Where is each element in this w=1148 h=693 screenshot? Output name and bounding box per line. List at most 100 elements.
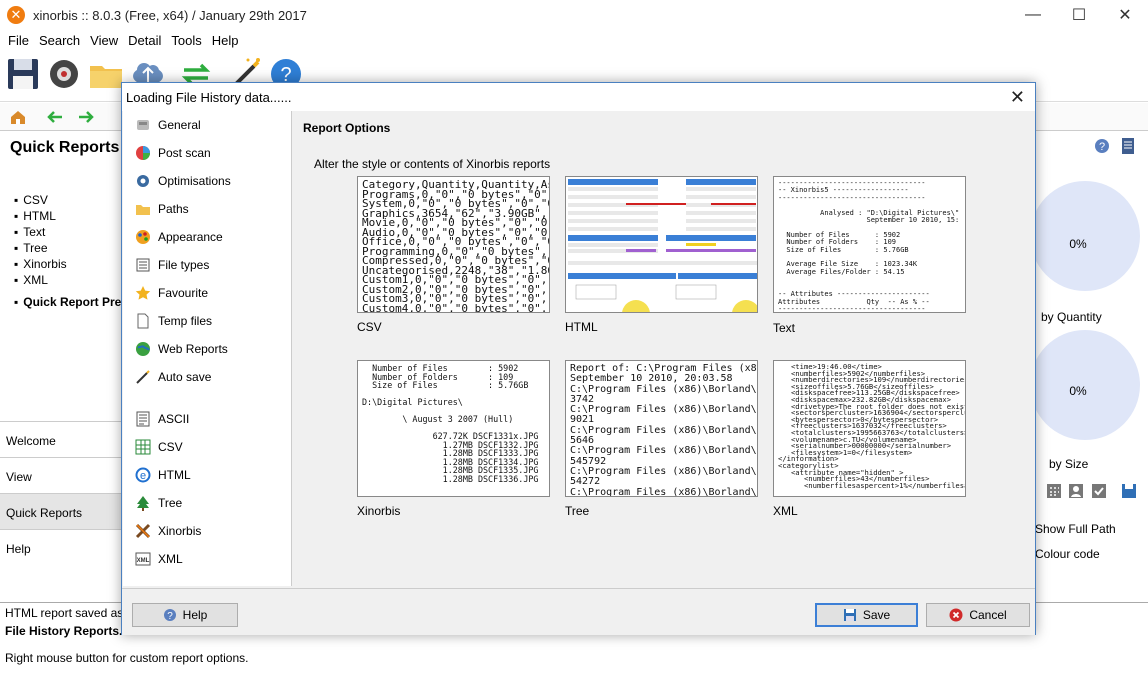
dialog-title-bar: Loading File History data...... ✕ (122, 83, 1035, 111)
quantity-pie-percent: 0% (1069, 237, 1087, 251)
sidebar-item-xinorbis[interactable]: Xinorbis (135, 520, 201, 542)
text-preview-thumbnail[interactable]: ----------------------------------- -- X… (773, 176, 966, 313)
quantity-pie-label: by Quantity (1041, 310, 1102, 324)
palette-icon (135, 145, 151, 161)
quick-reports-title: Quick Reports (10, 139, 120, 156)
xml-preview-thumbnail[interactable]: <time>19:46.00</time> <numberfiles>5902<… (773, 360, 966, 497)
nav-welcome[interactable]: Welcome (0, 421, 124, 457)
cancel-button-icon (949, 608, 963, 622)
nav-help[interactable]: Help (0, 529, 124, 565)
menu-search[interactable]: Search (34, 33, 85, 48)
report-options-subtitle: Alter the style or contents of Xinorbis … (314, 157, 551, 171)
scan-gear-icon[interactable] (46, 56, 82, 92)
dialog-button-bar: ? Help Save Cancel (122, 588, 1035, 635)
sidebar-item-ascii[interactable]: ASCII (135, 408, 189, 430)
dialog-title: Loading File History data...... (126, 89, 292, 105)
text-preview-text: ----------------------------------- -- X… (778, 179, 960, 313)
sidebar-item-html[interactable]: e HTML (135, 464, 191, 486)
xinorbis-preview-thumbnail[interactable]: Number of Files : 5902 Number of Folders… (357, 360, 550, 497)
save-button[interactable]: Save (815, 603, 918, 627)
xml-file-icon: XML (135, 551, 151, 567)
nav-quick-reports[interactable]: Quick Reports (0, 493, 124, 529)
status-file-history: File History Reports. (5, 624, 123, 638)
sidebar-item-post-scan[interactable]: Post scan (135, 142, 211, 164)
svg-text:e: e (140, 470, 146, 482)
quick-report-tree[interactable]: Tree (14, 241, 67, 257)
xml-preview-text: <time>19:46.00</time> <numberfiles>5902<… (778, 362, 966, 490)
quick-report-xinorbis[interactable]: Xinorbis (14, 257, 66, 273)
menu-help[interactable]: Help (207, 33, 244, 48)
minimize-button[interactable]: — (1010, 0, 1056, 30)
xinorbis-preview-text: Number of Files : 5902 Number of Folders… (362, 363, 539, 484)
quick-report-formats: CSV HTML Text Tree Xinorbis XML (14, 193, 67, 289)
floppy-save-icon[interactable] (1121, 483, 1137, 499)
cancel-button[interactable]: Cancel (926, 603, 1030, 627)
user-icon[interactable] (1068, 483, 1084, 499)
html-preview-thumbnail[interactable] (565, 176, 758, 313)
tree-preview-thumbnail[interactable]: Report of: C:\Program Files (x86)\ Septe… (565, 360, 758, 497)
menu-detail[interactable]: Detail (123, 33, 166, 48)
report-options-heading: Report Options (303, 121, 391, 135)
quick-report-csv[interactable]: CSV (14, 193, 67, 209)
sidebar-item-file-types[interactable]: File types (135, 254, 209, 276)
menu-file[interactable]: File (3, 33, 34, 48)
quick-report-xml[interactable]: XML (14, 273, 67, 289)
help-button[interactable]: ? Help (132, 603, 238, 627)
dialog-close-icon[interactable]: ✕ (1010, 87, 1025, 108)
tree-icon (135, 495, 151, 511)
quick-report-text[interactable]: Text (14, 225, 67, 241)
quick-reports-pane: Quick Reports CSV HTML Text Tree Xinorbi… (0, 131, 132, 601)
quick-report-preferences[interactable]: Quick Report Prefe (14, 295, 132, 309)
quick-report-html[interactable]: HTML (14, 209, 67, 225)
svg-text:?: ? (1099, 141, 1105, 153)
sidebar-item-paths[interactable]: Paths (135, 198, 189, 220)
sidebar-item-web-reports[interactable]: Web Reports (135, 338, 228, 360)
general-icon (135, 117, 151, 133)
menu-tools[interactable]: Tools (166, 33, 206, 48)
nav-view[interactable]: View (0, 457, 124, 493)
maximize-button[interactable]: ☐ (1056, 0, 1102, 30)
sidebar-item-optimisations[interactable]: Optimisations (135, 170, 231, 192)
report-options-dialog: Loading File History data...... ✕ Genera… (121, 82, 1036, 635)
status-html-saved: HTML report saved as: (5, 606, 127, 620)
document-icon[interactable] (1121, 137, 1135, 155)
sidebar-item-tree[interactable]: Tree (135, 492, 182, 514)
folder-paths-icon (135, 201, 151, 217)
xinorbis-app-icon: ✕ (7, 6, 25, 24)
checkmark-icon[interactable] (1091, 483, 1107, 499)
forward-arrow-icon[interactable] (78, 111, 94, 123)
sidebar-item-general[interactable]: General (135, 114, 201, 136)
sidebar-item-csv[interactable]: CSV (135, 436, 183, 458)
sidebar-item-xml[interactable]: XML XML (135, 548, 183, 570)
appearance-palette-icon (135, 229, 151, 245)
menu-view[interactable]: View (85, 33, 123, 48)
colour-code-option[interactable]: Colour code (1035, 547, 1100, 561)
xinorbis-x-icon (135, 523, 151, 539)
ascii-icon (135, 411, 151, 427)
back-arrow-icon[interactable] (47, 111, 63, 123)
home-icon[interactable] (10, 109, 26, 125)
options-sidebar: General Post scan Optimisations Paths Ap… (123, 111, 292, 586)
calculator-icon[interactable] (1046, 483, 1062, 499)
quantity-pie (1030, 181, 1140, 291)
show-full-path-option[interactable]: Show Full Path (1035, 522, 1116, 536)
csv-preview-text: Category,Quantity,Quantity,As %, Program… (362, 178, 550, 313)
sidebar-item-auto-save[interactable]: Auto save (135, 366, 211, 388)
text-thumb-label: Text (773, 321, 796, 335)
close-window-button[interactable]: ✕ (1102, 0, 1148, 30)
sidebar-item-appearance[interactable]: Appearance (135, 226, 223, 248)
report-options-content: Report Options Alter the style or conten… (293, 111, 1035, 586)
status-hint: Right mouse button for custom report opt… (5, 651, 249, 665)
sidebar-item-temp-files[interactable]: Temp files (135, 310, 212, 332)
svg-text:XML: XML (137, 558, 150, 564)
info-help-icon[interactable]: ? (1094, 138, 1110, 154)
save-icon[interactable] (5, 56, 41, 92)
file-types-icon (135, 257, 151, 273)
csv-preview-thumbnail[interactable]: Category,Quantity,Quantity,As %, Program… (357, 176, 550, 313)
html-browser-icon: e (135, 467, 151, 483)
sidebar-item-favourite[interactable]: Favourite (135, 282, 208, 304)
help-button-icon: ? (163, 609, 176, 622)
size-pie-label: by Size (1049, 457, 1089, 471)
folder-icon[interactable] (88, 56, 124, 92)
xml-thumb-label: XML (773, 504, 798, 518)
